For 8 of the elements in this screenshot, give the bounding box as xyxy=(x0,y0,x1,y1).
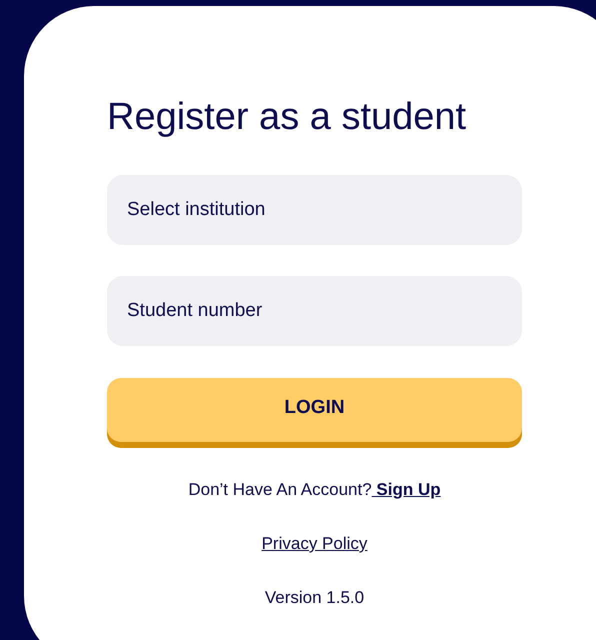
version-label: Version 1.5.0 xyxy=(264,587,364,609)
input-field[interactable]: Student number xyxy=(107,276,522,346)
login-button[interactable]: LOGIN xyxy=(107,378,522,442)
privacy-policy-link[interactable]: Privacy Policy xyxy=(262,533,368,555)
input-field[interactable]: Select institution xyxy=(107,175,522,245)
sign-up-link[interactable]: Sign Up xyxy=(372,479,441,501)
signup-prompt: Don’t Have An Account? xyxy=(188,479,372,501)
page-title: Register as a student xyxy=(107,95,466,140)
